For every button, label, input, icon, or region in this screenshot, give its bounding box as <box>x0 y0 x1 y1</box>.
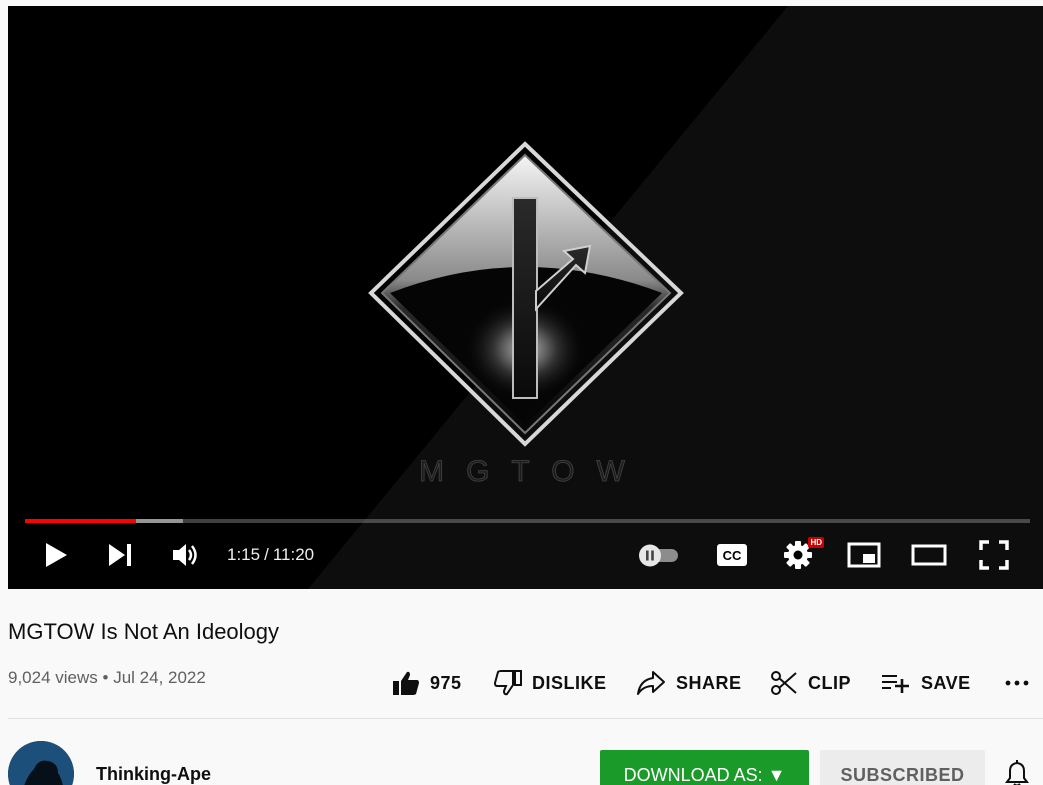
next-button[interactable] <box>100 533 140 577</box>
share-icon <box>637 671 665 695</box>
progress-bar[interactable] <box>25 519 1030 523</box>
more-actions-button[interactable] <box>1004 664 1030 702</box>
download-as-button[interactable]: DOWNLOAD AS: ▼ <box>600 750 809 785</box>
thumbs-up-icon <box>393 671 419 695</box>
miniplayer-icon <box>847 542 881 568</box>
settings-button[interactable]: HD <box>778 533 824 577</box>
clip-button[interactable]: CLIP <box>770 664 851 702</box>
save-label: SAVE <box>921 672 971 693</box>
like-count: 975 <box>430 672 462 693</box>
current-time: 1:15 <box>227 545 261 564</box>
more-horizontal-icon <box>1005 680 1029 686</box>
autoplay-toggle-icon <box>639 544 678 567</box>
play-icon <box>46 543 67 567</box>
mgtow-overlay-text: MGTOW <box>419 455 647 486</box>
upload-date: Jul 24, 2022 <box>113 668 206 687</box>
channel-avatar[interactable] <box>8 741 74 785</box>
share-button[interactable]: SHARE <box>636 664 742 702</box>
video-meta: 9,024 views • Jul 24, 2022 <box>8 668 206 688</box>
notification-bell-button[interactable] <box>1003 758 1031 785</box>
add-to-playlist-icon <box>882 675 909 693</box>
dislike-label: DISLIKE <box>532 672 607 693</box>
autoplay-toggle[interactable] <box>634 533 684 577</box>
play-button[interactable] <box>36 533 76 577</box>
scissors-icon <box>771 671 797 695</box>
dislike-button[interactable]: DISLIKE <box>494 664 607 702</box>
hd-badge: HD <box>808 537 824 548</box>
captions-icon: CC <box>717 544 747 566</box>
progress-played <box>25 519 136 523</box>
fullscreen-button[interactable] <box>974 533 1014 577</box>
volume-icon <box>173 544 197 566</box>
ape-silhouette-icon <box>8 741 74 785</box>
captions-button[interactable]: CC <box>712 533 752 577</box>
channel-name[interactable]: Thinking-Ape <box>96 764 211 785</box>
theater-mode-button[interactable] <box>908 533 950 577</box>
view-count: 9,024 views <box>8 668 98 687</box>
save-button[interactable]: SAVE <box>881 664 971 702</box>
svg-text:CC: CC <box>723 548 742 563</box>
miniplayer-button[interactable] <box>844 533 884 577</box>
video-title: MGTOW Is Not An Ideology <box>8 619 280 644</box>
volume-button[interactable] <box>166 533 206 577</box>
bell-icon <box>1005 760 1029 785</box>
section-divider <box>8 718 1043 719</box>
time-display: 1:15/11:20 <box>227 545 314 565</box>
mgtow-logo: MGTOW <box>368 141 698 488</box>
subscribed-button[interactable]: SUBSCRIBED <box>820 750 985 785</box>
theater-icon <box>911 544 947 566</box>
fullscreen-icon <box>979 540 1009 570</box>
player-controls: 1:15/11:20 CC HD <box>8 533 1043 577</box>
share-label: SHARE <box>676 672 742 693</box>
duration: 11:20 <box>272 545 315 564</box>
next-icon <box>109 544 131 566</box>
video-player[interactable]: MGTOW 1:15/11:20 CC HD <box>8 6 1043 589</box>
like-button[interactable]: 975 <box>392 664 462 702</box>
clip-label: CLIP <box>808 672 852 693</box>
time-separator: / <box>264 545 269 564</box>
thumbs-down-icon <box>494 670 522 696</box>
meta-dot: • <box>102 668 109 687</box>
video-page: MGTOW 1:15/11:20 CC HD MGTOW Is Not An I… <box>0 0 1043 785</box>
